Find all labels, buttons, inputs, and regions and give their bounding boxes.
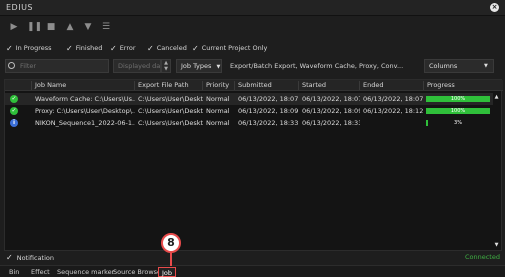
current-project-only-label: Current Project Only [201,44,268,52]
progress-bar: 3% [426,120,490,126]
pause-icon[interactable]: ❚❚ [27,22,42,32]
move-down-icon[interactable]: ▼ [82,22,94,32]
job-types-value: Export/Batch Export, Waveform Cache, Pro… [230,62,404,70]
checkmark-icon: ✓ [192,43,199,53]
in-progress-checkbox[interactable]: ✓ In Progress [6,42,52,54]
notification-label: Notification [16,253,54,262]
table-row[interactable]: ✓ Waveform Cache: C:\Users\Us... C:\User… [5,93,493,105]
started-column-header[interactable]: Started [299,81,360,90]
checkmark-icon: ✓ [110,43,117,53]
job-types-dropdown[interactable]: Job Types ▼ [176,59,222,73]
title-bar: EDIUS × [0,0,505,16]
progress-label: 100% [450,108,466,114]
finished-checkbox[interactable]: ✓ Finished [66,42,102,54]
ended-cell: 06/13/2022, 18:07... [363,95,424,103]
job-name-cell: NIKON_Sequence1_2022-06-1... [35,119,135,127]
export-path-cell: C:\Users\User\Deskto... [138,119,203,127]
finished-status-icon: ✓ [10,95,18,103]
export-path-cell: C:\Users\User\Deskto... [138,107,203,115]
canceled-checkbox[interactable]: ✓ Canceled [147,42,187,54]
status-column-header[interactable] [5,81,32,90]
job-name-column-header[interactable]: Job Name [32,81,135,90]
displayed-days-placeholder: Displayed days [118,62,161,70]
callout-badge: 8 [161,233,181,253]
search-row: Filter Displayed days ▲ ▼ Job Types ▼ Ex… [0,58,505,76]
canceled-label: Canceled [156,44,187,52]
displayed-days-stepper[interactable]: ▲ ▼ [161,59,171,73]
submitted-cell: 06/13/2022, 18:33... [238,119,299,127]
table-header: Job Name Export File Path Priority Submi… [5,80,503,91]
current-project-only-checkbox[interactable]: ✓ Current Project Only [192,42,267,54]
close-icon[interactable]: × [490,3,499,12]
search-icon [8,62,15,69]
finished-status-icon: ✓ [10,107,18,115]
chevron-down-icon: ▼ [216,64,221,70]
columns-label: Columns [429,62,458,70]
table-scrollbar[interactable]: ▲ ▼ [493,92,500,250]
export-path-cell: C:\Users\User\Deskto... [138,95,203,103]
progress-label: 100% [450,96,466,102]
list-icon[interactable]: ☰ [100,22,112,32]
priority-cell: Normal [206,95,230,103]
started-cell: 06/13/2022, 18:33... [302,119,360,127]
error-label: Error [119,44,136,52]
finished-label: Finished [75,44,103,52]
progress-bar: 100% [426,108,490,114]
progress-label: 3% [454,120,462,126]
checkmark-icon: ✓ [66,43,73,53]
connection-status: Connected [464,253,500,261]
filter-input[interactable]: Filter [5,59,109,73]
table-row[interactable]: ✓ Proxy: C:\Users\User\Desktop\... C:\Us… [5,105,493,117]
checkmark-icon: ✓ [6,253,13,262]
callout-pointer [170,253,172,266]
delete-icon[interactable]: ■ [45,22,57,32]
chevron-down-icon: ▼ [484,63,488,69]
job-table: Job Name Export File Path Priority Submi… [4,79,503,251]
tab-job[interactable]: Job [158,267,177,277]
job-name-cell: Waveform Cache: C:\Users\Us... [35,95,135,103]
job-types-label: Job Types [181,62,212,70]
priority-cell: Normal [206,119,230,127]
tab-sequence-marker[interactable]: Sequence marker [54,267,117,277]
chevron-down-icon[interactable]: ▼ [162,66,170,72]
started-cell: 06/13/2022, 18:07... [302,95,360,103]
ended-cell [360,117,424,129]
tab-bin[interactable]: Bin [6,267,22,277]
error-checkbox[interactable]: ✓ Error [110,42,136,54]
checkmark-icon: ✓ [6,43,13,53]
filter-placeholder: Filter [20,62,37,70]
ended-column-header[interactable]: Ended [360,81,424,90]
submitted-cell: 06/13/2022, 18:07... [238,95,299,103]
progress-bar: 100% [426,96,490,102]
scroll-up-icon[interactable]: ▲ [493,94,500,100]
table-row[interactable]: i NIKON_Sequence1_2022-06-1... C:\Users\… [5,117,493,129]
info-status-icon: i [10,119,18,127]
ended-cell: 06/13/2022, 18:12... [363,107,424,115]
move-up-icon[interactable]: ▲ [64,22,76,32]
checkmark-icon: ✓ [147,43,154,53]
submitted-column-header[interactable]: Submitted [235,81,299,90]
progress-column-header[interactable]: Progress [424,81,503,90]
job-toolbar: ▶ ❚❚ ■ ▲ ▼ ☰ [0,16,505,38]
tab-effect[interactable]: Effect [28,267,53,277]
submitted-cell: 06/13/2022, 18:09... [238,107,299,115]
notification-checkbox[interactable]: ✓ Notification [6,252,54,263]
panel-tabs: Bin Effect Sequence marker Source Browse… [0,265,505,277]
job-name-cell: Proxy: C:\Users\User\Desktop\... [35,107,135,115]
export-path-column-header[interactable]: Export File Path [135,81,203,90]
play-icon[interactable]: ▶ [8,22,20,32]
status-filters: ✓ In Progress ✓ Finished ✓ Error ✓ Cance… [0,40,505,56]
scroll-down-icon[interactable]: ▼ [493,242,500,248]
priority-column-header[interactable]: Priority [203,81,235,90]
displayed-days-input[interactable]: Displayed days [113,59,161,73]
started-cell: 06/13/2022, 18:09... [302,107,360,115]
window-title: EDIUS [6,3,34,12]
in-progress-label: In Progress [15,44,52,52]
priority-cell: Normal [206,107,230,115]
